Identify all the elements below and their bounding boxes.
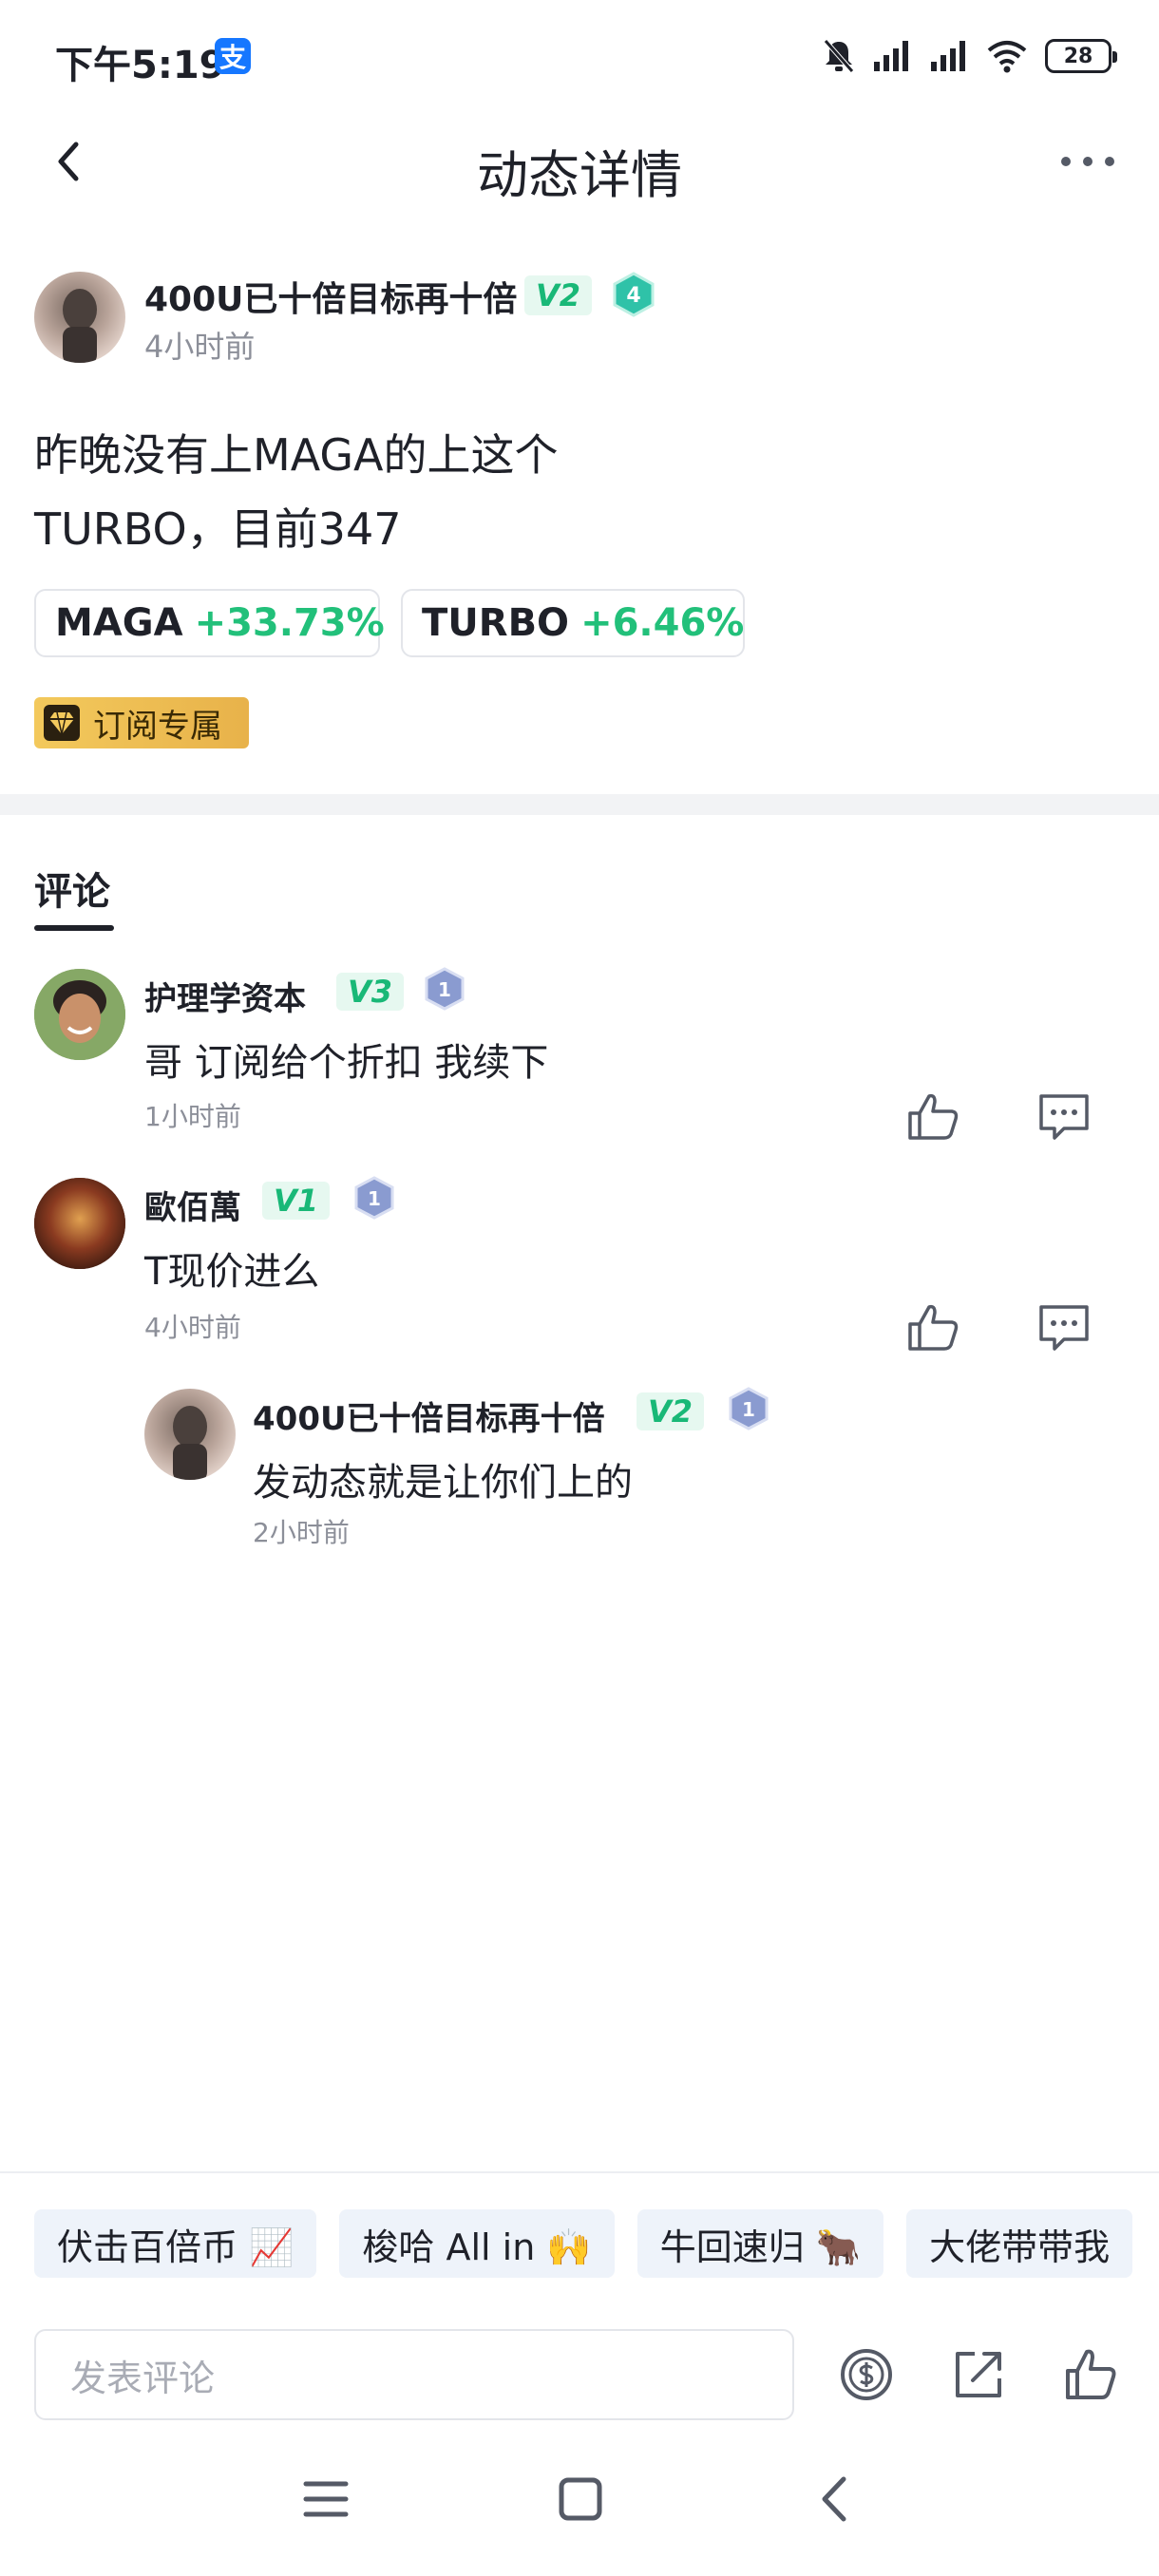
signal-icon [931, 41, 965, 71]
reply-text: 发动态就是让你们上的 [253, 1461, 633, 1505]
bell-muted-icon [824, 39, 854, 73]
level-badge: 4 [613, 272, 655, 317]
post-time: 4小时前 [144, 329, 256, 365]
coin-chip-turbo[interactable]: TURBO +6.46% [401, 589, 745, 657]
vip-badge: V1 [262, 1182, 331, 1220]
battery-icon: 28 [1045, 39, 1117, 73]
level-badge: 1 [425, 967, 465, 1011]
vip-badge: V2 [524, 275, 593, 315]
like-icon[interactable] [904, 1301, 961, 1354]
system-nav-bar [0, 2475, 1159, 2542]
comment-time: 1小时前 [144, 1101, 241, 1132]
quick-reply-chip[interactable]: 伏击百倍币 📈 [34, 2209, 317, 2278]
tab-indicator [34, 925, 114, 931]
reply-icon[interactable] [1036, 1090, 1092, 1144]
section-divider [0, 794, 1159, 815]
subscription-tag-label: 订阅专属 [93, 707, 222, 746]
alipay-icon: 支 [215, 38, 251, 74]
tip-coin-icon[interactable] [838, 2346, 895, 2403]
coin-symbol: TURBO [422, 601, 570, 645]
status-bar: 下午5:19 支 28 [0, 0, 1159, 114]
comment-author[interactable]: 歐佰萬 [144, 1182, 241, 1228]
more-dots-icon[interactable] [1054, 133, 1121, 190]
like-icon[interactable] [904, 1090, 961, 1144]
coin-symbol: MAGA [55, 601, 183, 645]
reply-time: 2小时前 [253, 1517, 350, 1548]
post-content: 昨晚没有上MAGA的上这个 TURBO，目前347 [34, 418, 1079, 566]
quick-reply-chip[interactable]: 大佬带带我 [906, 2209, 1133, 2278]
comments-tab[interactable]: 评论 [34, 861, 110, 916]
diamond-icon [44, 705, 80, 741]
home-icon[interactable] [557, 2475, 604, 2523]
level-number: 4 [626, 284, 640, 308]
comment-author[interactable]: 护理学资本 [144, 973, 306, 1019]
author-name[interactable]: 400U已十倍目标再十倍 [144, 272, 517, 321]
top-nav-bar: 动态详情 [0, 114, 1159, 209]
reply-icon[interactable] [1036, 1301, 1092, 1354]
quick-reply-chip[interactable]: 牛回速归 🐂 [636, 2209, 884, 2278]
vip-badge: V2 [636, 1392, 705, 1430]
comment-text: T现价进么 [144, 1250, 320, 1294]
signal-icon [874, 41, 908, 71]
coin-change: +6.46% [580, 601, 745, 645]
reply-author[interactable]: 400U已十倍目标再十倍 [253, 1392, 605, 1439]
like-icon[interactable] [1062, 2346, 1119, 2403]
author-avatar[interactable] [34, 272, 125, 363]
comment-input[interactable]: 发表评论 [34, 2329, 794, 2420]
coin-change: +33.73% [194, 601, 385, 645]
post-content-line: 昨晚没有上MAGA的上这个 [34, 429, 559, 481]
status-icons: 28 [823, 36, 1117, 76]
level-badge: 1 [729, 1387, 769, 1430]
status-time: 下午5:19 [55, 44, 226, 87]
quick-reply-row: 伏击百倍币 📈 梭哈 All in 🙌 牛回速归 🐂 大佬带带我 [34, 2209, 1133, 2278]
page-title: 动态详情 [477, 145, 682, 205]
quick-reply-chip[interactable]: 梭哈 All in 🙌 [339, 2209, 615, 2278]
comment-text: 哥 订阅给个折扣 我续下 [144, 1041, 549, 1085]
system-back-icon[interactable] [811, 2475, 859, 2523]
bottom-divider [0, 2171, 1159, 2173]
coin-chip-maga[interactable]: MAGA +33.73% [34, 589, 385, 657]
level-number: 1 [438, 978, 451, 1001]
wifi-icon [987, 41, 1027, 73]
post-content-line: TURBO，目前347 [34, 503, 402, 555]
level-number: 1 [742, 1398, 755, 1421]
subscription-tag: 订阅专属 [34, 697, 249, 748]
comment-avatar[interactable] [34, 969, 125, 1060]
share-icon[interactable] [950, 2346, 1007, 2403]
level-number: 1 [368, 1187, 381, 1210]
comment-avatar[interactable] [34, 1178, 125, 1269]
vip-badge: V3 [336, 973, 405, 1011]
reply-avatar[interactable] [144, 1389, 236, 1480]
level-badge: 1 [354, 1176, 394, 1220]
comment-time: 4小时前 [144, 1312, 241, 1343]
menu-icon[interactable] [302, 2475, 350, 2523]
